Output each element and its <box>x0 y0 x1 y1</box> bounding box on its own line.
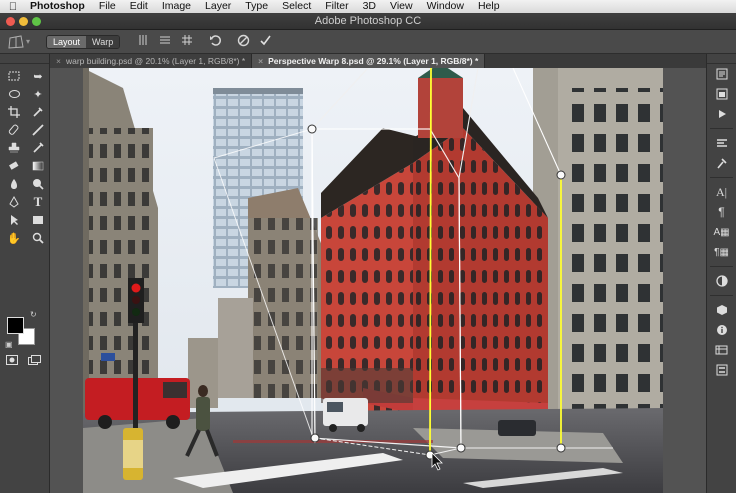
rectangle-tool-icon[interactable] <box>27 212 49 228</box>
close-tab-icon[interactable]: × <box>258 56 263 66</box>
zoom-tool-icon[interactable] <box>27 230 49 246</box>
menu-select[interactable]: Select <box>275 0 318 13</box>
pen-tool-icon[interactable] <box>3 194 25 210</box>
paragraph-styles-panel-icon[interactable]: ¶▦ <box>707 242 736 262</box>
dodge-tool-icon[interactable] <box>27 176 49 192</box>
panel-grip[interactable] <box>707 54 736 64</box>
character-panel-icon[interactable]: A| <box>707 182 736 202</box>
cancel-icon[interactable] <box>232 34 254 50</box>
menu-app-photoshop[interactable]: Photoshop <box>26 0 92 13</box>
type-tool-icon[interactable]: T <box>27 194 49 210</box>
warp-mode-button[interactable]: Warp <box>86 35 120 48</box>
eraser-tool-icon[interactable] <box>3 158 25 174</box>
mac-menubar:  Photoshop File Edit Image Layer Type S… <box>0 0 736 13</box>
magic-wand-tool-icon[interactable]: ✦ <box>27 86 49 102</box>
actions-panel-icon[interactable] <box>707 104 736 124</box>
path-selection-tool-icon[interactable] <box>3 212 25 228</box>
adjustments-panel-icon[interactable] <box>707 271 736 291</box>
apple-logo-icon[interactable]:  <box>0 1 26 13</box>
menu-view[interactable]: View <box>383 0 420 13</box>
auto-straighten-vertical-icon[interactable] <box>132 34 154 49</box>
reset-icon[interactable] <box>204 34 226 50</box>
warp-pin[interactable] <box>556 170 566 180</box>
menu-window[interactable]: Window <box>420 0 471 13</box>
tab-perspective-warp-8[interactable]: × Perspective Warp 8.psd @ 29.1% (Layer 1… <box>252 54 486 68</box>
healing-brush-tool-icon[interactable] <box>3 122 25 138</box>
warp-pin[interactable] <box>456 443 466 453</box>
quick-mask-icon[interactable] <box>6 355 18 368</box>
lasso-tool-icon[interactable] <box>3 86 25 102</box>
options-bar: ▾ Layout Warp <box>0 30 736 54</box>
window-titlebar: Adobe Photoshop CC <box>0 13 736 30</box>
navigator-panel-icon[interactable] <box>707 84 736 104</box>
3d-panel-icon[interactable] <box>707 300 736 320</box>
foreground-color-swatch[interactable] <box>7 317 24 334</box>
warp-pin[interactable] <box>307 124 317 134</box>
blur-tool-icon[interactable] <box>3 176 25 192</box>
warp-pin[interactable] <box>556 443 566 453</box>
tab-warp-building[interactable]: × warp building.psd @ 20.1% (Layer 1, RGB… <box>50 54 253 68</box>
auto-straighten-both-icon[interactable] <box>176 34 198 49</box>
panel-dock: A| ¶ A▦ ¶▦ <box>706 54 736 493</box>
menu-filter[interactable]: Filter <box>318 0 355 13</box>
menu-edit[interactable]: Edit <box>123 0 155 13</box>
brush-tool-icon[interactable] <box>27 122 49 138</box>
marquee-tool-icon[interactable] <box>3 68 25 84</box>
history-panel-icon[interactable] <box>707 64 736 84</box>
close-tab-icon[interactable]: × <box>56 56 61 66</box>
layer-comps-panel-icon[interactable] <box>707 360 736 380</box>
timeline-panel-icon[interactable] <box>707 340 736 360</box>
menu-layer[interactable]: Layer <box>198 0 238 13</box>
paragraph-panel-icon[interactable]: ¶ <box>707 202 736 222</box>
character-styles-panel-icon[interactable]: A▦ <box>707 222 736 242</box>
gradient-tool-icon[interactable] <box>27 158 49 174</box>
menu-type[interactable]: Type <box>238 0 275 13</box>
menu-image[interactable]: Image <box>155 0 198 13</box>
menu-file[interactable]: File <box>92 0 123 13</box>
move-tool-icon[interactable]: ➥ <box>27 68 49 84</box>
tools-panel: ➥ ✦ T ✋ ▣ ↻ <box>0 54 50 493</box>
default-colors-icon[interactable]: ▣ <box>5 340 13 349</box>
menu-help[interactable]: Help <box>471 0 507 13</box>
properties-panel-icon[interactable] <box>707 133 736 153</box>
history-brush-tool-icon[interactable] <box>27 140 49 156</box>
crop-tool-icon[interactable] <box>3 104 25 120</box>
commit-icon[interactable] <box>254 34 276 50</box>
hand-tool-icon[interactable]: ✋ <box>3 230 25 246</box>
menu-3d[interactable]: 3D <box>356 0 383 13</box>
layout-mode-button[interactable]: Layout <box>47 35 87 48</box>
perspective-warp-tool-icon[interactable]: ▾ <box>0 34 38 49</box>
eyedropper-tool-icon[interactable] <box>27 104 49 120</box>
auto-level-horizontal-icon[interactable] <box>154 34 176 49</box>
clone-stamp-tool-icon[interactable] <box>3 140 25 156</box>
document-tabs: × warp building.psd @ 20.1% (Layer 1, RGB… <box>50 54 706 68</box>
window-title: Adobe Photoshop CC <box>314 15 422 27</box>
document-canvas[interactable] <box>51 68 706 493</box>
swap-colors-icon[interactable]: ↻ <box>30 310 37 319</box>
warp-pin[interactable] <box>310 433 320 443</box>
mode-toggle: Layout Warp <box>46 34 121 49</box>
info-panel-icon[interactable] <box>707 320 736 340</box>
screen-mode-icon[interactable] <box>28 355 42 368</box>
panel-grip[interactable] <box>0 54 49 64</box>
photo-street-buildings[interactable] <box>83 68 663 493</box>
brush-presets-panel-icon[interactable] <box>707 153 736 173</box>
